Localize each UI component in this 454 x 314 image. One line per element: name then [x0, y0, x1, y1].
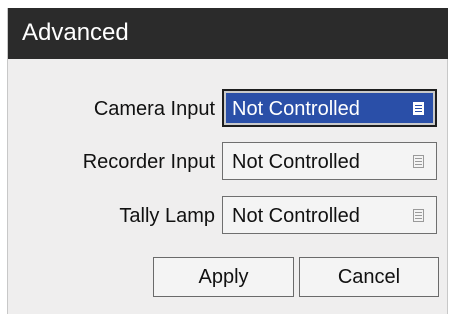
recorder-input-select[interactable]: Not Controlled	[222, 142, 437, 180]
menu-lines-icon	[413, 102, 424, 115]
tally-lamp-select[interactable]: Not Controlled	[222, 196, 437, 234]
dialog-title: Advanced	[22, 19, 129, 46]
recorder-input-value: Not Controlled	[232, 151, 360, 173]
tally-lamp-value: Not Controlled	[232, 205, 360, 227]
apply-button[interactable]: Apply	[153, 257, 294, 297]
cancel-button[interactable]: Cancel	[299, 257, 439, 297]
dialog-titlebar: Advanced	[8, 8, 448, 59]
camera-input-select[interactable]: Not Controlled	[222, 89, 437, 127]
menu-lines-icon	[413, 209, 424, 222]
tally-lamp-label: Tally Lamp	[119, 205, 215, 227]
camera-input-label: Camera Input	[93, 98, 215, 120]
advanced-dialog: Advanced Camera Input Not Controlled Rec…	[7, 8, 448, 314]
recorder-input-label: Recorder Input	[82, 151, 215, 173]
menu-lines-icon	[413, 155, 424, 168]
camera-input-value: Not Controlled	[232, 98, 360, 120]
